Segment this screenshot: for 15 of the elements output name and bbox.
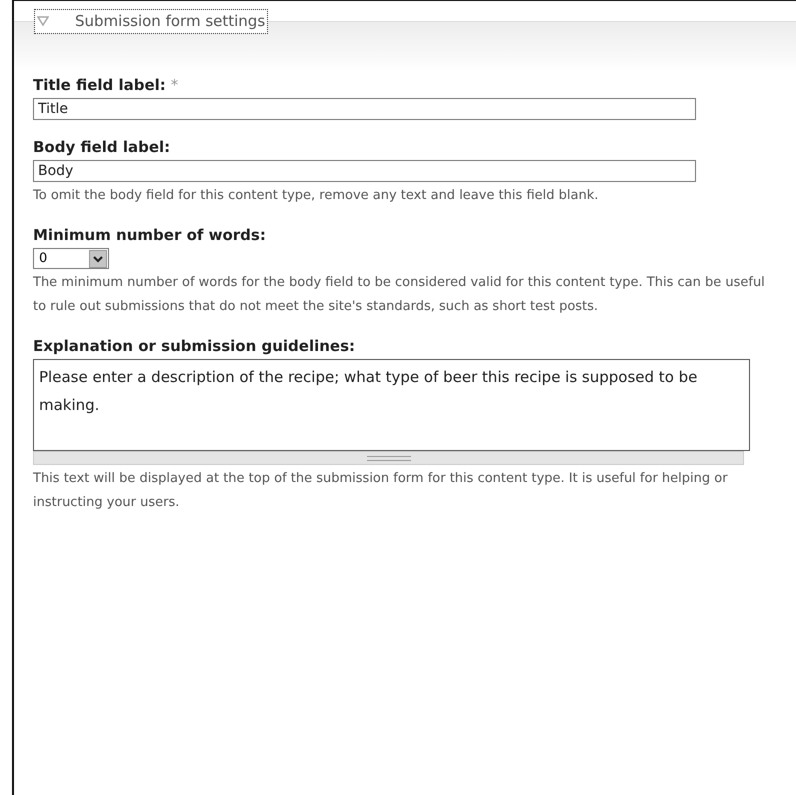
field-label: Body field label: — [33, 138, 170, 156]
resize-grip[interactable] — [33, 451, 744, 465]
textarea-field[interactable]: Please enter a description of the recipe; what type of beer this recipe is supposed to be making. — [33, 359, 750, 451]
field-label: Minimum number of words: — [33, 226, 266, 244]
text-field[interactable]: Title — [33, 98, 696, 120]
required-mark: * — [170, 76, 178, 94]
field-description: The minimum number of words for the body field to be considered valid for this content type. This can be useful to rule out submissions that do not meet the site's standards, such as short test posts. — [33, 274, 766, 316]
number-select[interactable]: 0 — [33, 248, 109, 269]
field-label: Explanation or submission guidelines: — [33, 337, 356, 355]
field-description: To omit the body field for this content type, remove any text and leave this field blank. — [33, 187, 600, 205]
text-field[interactable]: Body — [33, 160, 696, 182]
fieldset-legend[interactable]: Submission form settings — [34, 9, 268, 34]
field-label: Title field label: — [33, 76, 166, 94]
collapse-triangle-icon — [37, 16, 49, 26]
field-description: This text will be displayed at the top of the submission form for this content type. It is useful for helping or instructing your users. — [33, 470, 729, 512]
